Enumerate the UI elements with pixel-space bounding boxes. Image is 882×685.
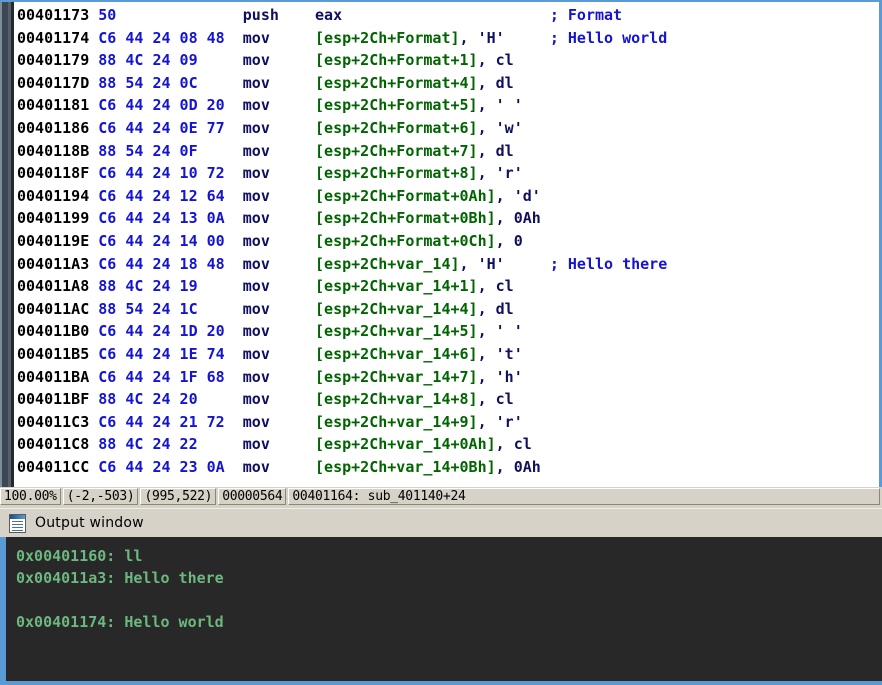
disassembly-line[interactable]: 004011BF 88 4C 24 20 mov [esp+2Ch+var_14…	[17, 388, 879, 411]
disassembly-line[interactable]: 004011CC C6 44 24 23 0A mov [esp+2Ch+var…	[17, 456, 879, 479]
disassembly-line[interactable]: 00401174 C6 44 24 08 48 mov [esp+2Ch+For…	[17, 27, 879, 50]
disassembly-line[interactable]: 00401199 C6 44 24 13 0A mov [esp+2Ch+For…	[17, 207, 879, 230]
disassembly-pane[interactable]: 00401173 50 push eax ; Format 00401174 C6…	[0, 0, 882, 489]
status-file-offset: 00000564	[218, 488, 287, 505]
disassembly-line[interactable]: 00401173 50 push eax ; Format	[17, 4, 879, 27]
disassembly-line[interactable]: 004011B5 C6 44 24 1E 74 mov [esp+2Ch+var…	[17, 343, 879, 366]
disassembly-line[interactable]: 004011C8 88 4C 24 22 mov [esp+2Ch+var_14…	[17, 433, 879, 456]
output-line: 0x004011a3: Hello there	[16, 569, 224, 587]
disassembly-code-area[interactable]: 00401173 50 push eax ; Format 00401174 C6…	[17, 2, 879, 489]
disassembly-line[interactable]: 0040118F C6 44 24 10 72 mov [esp+2Ch+For…	[17, 162, 879, 185]
disassembly-line[interactable]: 004011AC 88 54 24 1C mov [esp+2Ch+var_14…	[17, 298, 879, 321]
status-zoom: 100.00%	[0, 488, 61, 505]
disassembly-line[interactable]: 0040119E C6 44 24 14 00 mov [esp+2Ch+For…	[17, 230, 879, 253]
disassembly-line[interactable]: 004011A3 C6 44 24 18 48 mov [esp+2Ch+var…	[17, 253, 879, 276]
arrows-gutter	[0, 2, 17, 489]
output-line: 0x00401174: Hello world	[16, 613, 224, 631]
document-icon	[9, 513, 26, 533]
disassembly-line[interactable]: 00401186 C6 44 24 0E 77 mov [esp+2Ch+For…	[17, 117, 879, 140]
status-location: 00401164: sub_401140+24	[288, 488, 880, 505]
disassembly-line[interactable]: 004011BA C6 44 24 1F 68 mov [esp+2Ch+var…	[17, 366, 879, 389]
disassembly-line[interactable]: 00401179 88 4C 24 09 mov [esp+2Ch+Format…	[17, 49, 879, 72]
status-coord-1: (-2,-503)	[62, 488, 139, 505]
disassembly-line[interactable]: 0040118B 88 54 24 0F mov [esp+2Ch+Format…	[17, 140, 879, 163]
output-window-title: Output window	[35, 515, 144, 531]
disassembly-line[interactable]: 0040117D 88 54 24 0C mov [esp+2Ch+Format…	[17, 72, 879, 95]
disassembly-line[interactable]: 004011A8 88 4C 24 19 mov [esp+2Ch+var_14…	[17, 275, 879, 298]
output-window: Output window 0x00401160: ll 0x004011a3: …	[0, 508, 882, 685]
output-console[interactable]: 0x00401160: ll 0x004011a3: Hello there 0x…	[3, 537, 882, 685]
output-window-bottom-edge	[0, 681, 882, 685]
output-window-titlebar[interactable]: Output window	[0, 508, 882, 537]
ida-main-window: 00401173 50 push eax ; Format 00401174 C6…	[0, 0, 882, 685]
output-line: 0x00401160: ll	[16, 547, 143, 565]
status-bar: 100.00% (-2,-503) (995,522) 00000564 004…	[0, 487, 882, 506]
disassembly-line[interactable]: 004011C3 C6 44 24 21 72 mov [esp+2Ch+var…	[17, 411, 879, 434]
disassembly-line[interactable]: 00401194 C6 44 24 12 64 mov [esp+2Ch+For…	[17, 185, 879, 208]
disassembly-line[interactable]: 004011B0 C6 44 24 1D 20 mov [esp+2Ch+var…	[17, 320, 879, 343]
status-coord-2: (995,522)	[140, 488, 217, 505]
disassembly-line[interactable]: 00401181 C6 44 24 0D 20 mov [esp+2Ch+For…	[17, 94, 879, 117]
